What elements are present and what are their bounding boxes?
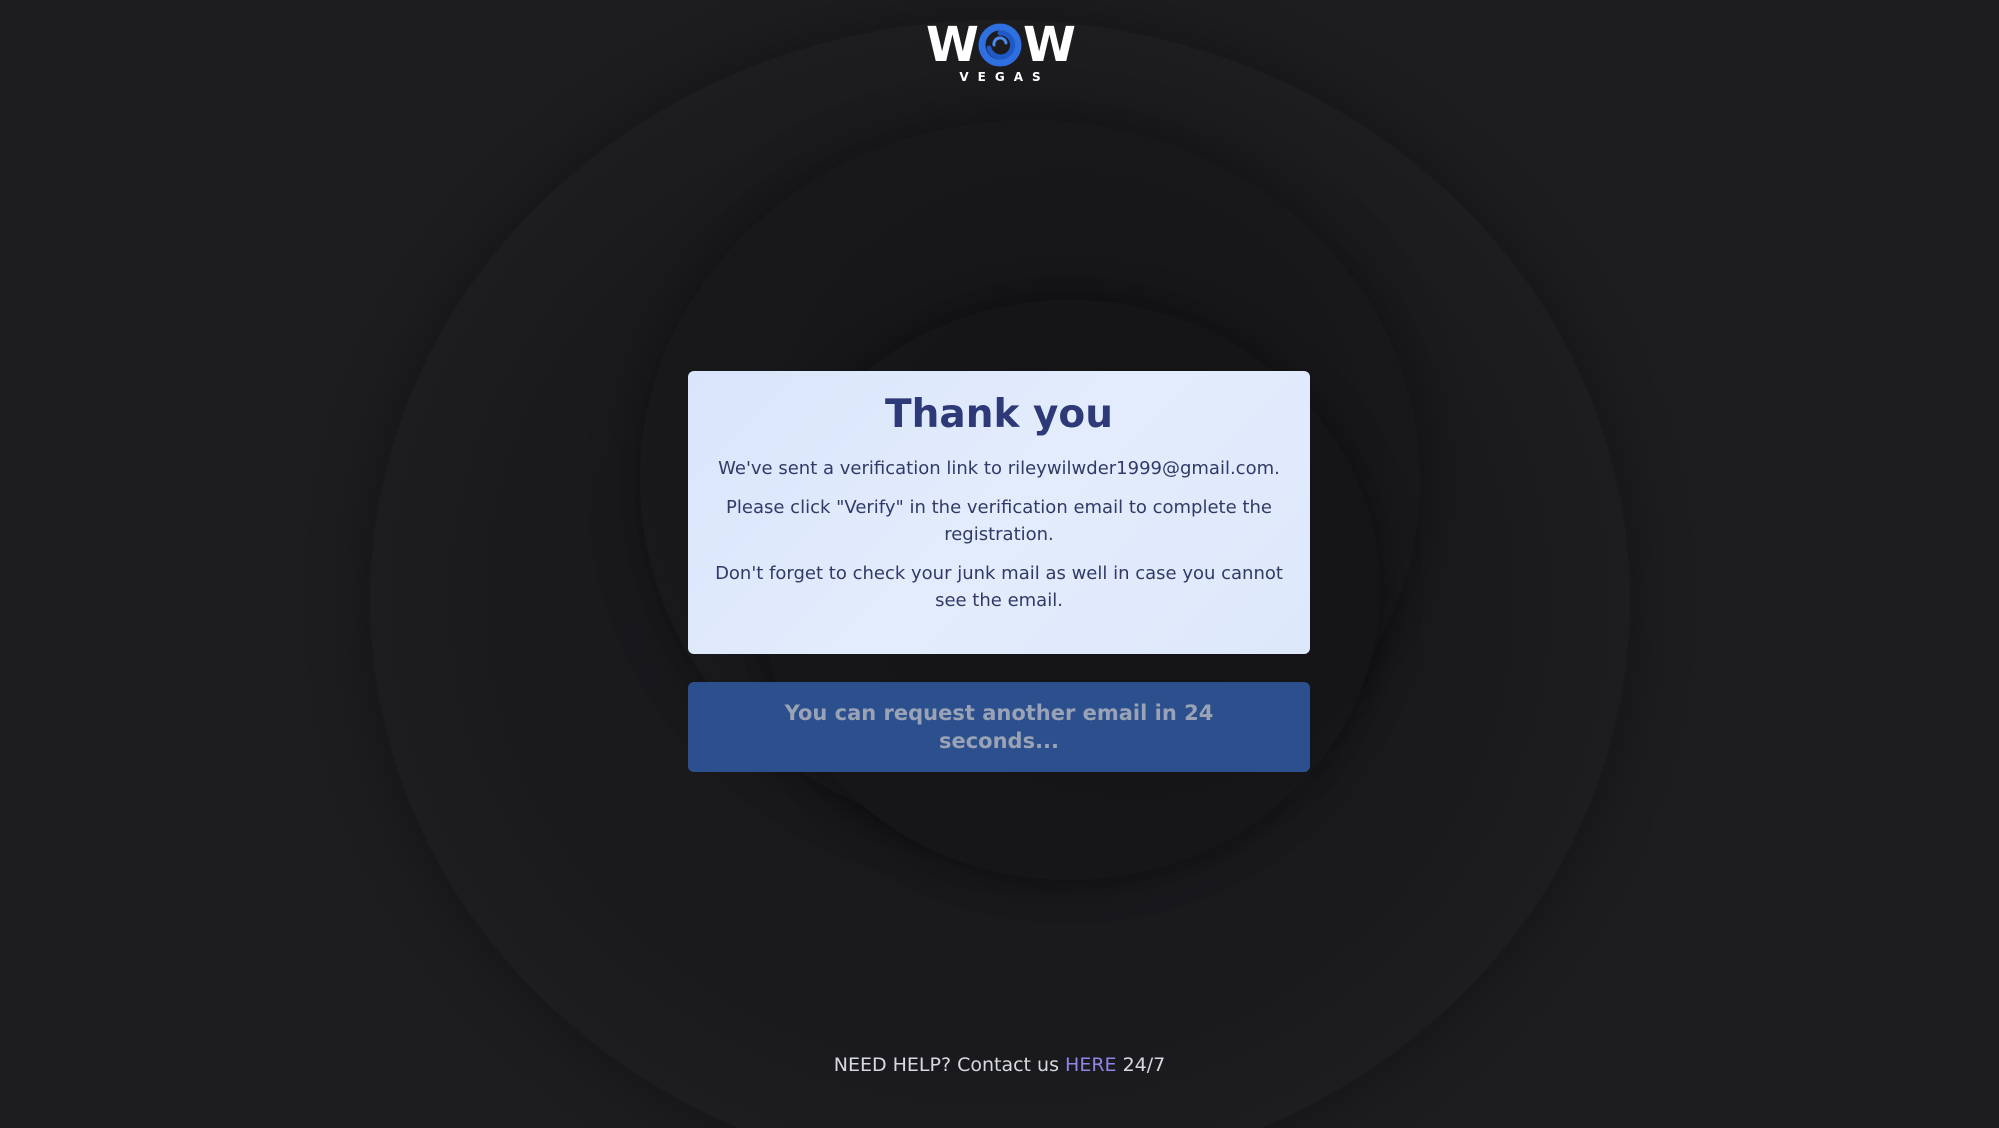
- junk-mail-note-text: Don't forget to check your junk mail as …: [715, 563, 1283, 611]
- resend-email-button[interactable]: You can request another email in 24 seco…: [688, 682, 1310, 772]
- help-text-prefix: NEED HELP? Contact us: [833, 1054, 1066, 1076]
- logo-wordmark: W W: [918, 20, 1082, 70]
- page-title: Thank you: [885, 392, 1113, 437]
- verification-page: W W VEGAS Thank you We've sent a verific…: [0, 0, 1999, 1128]
- contact-here-link[interactable]: HERE: [1065, 1054, 1117, 1076]
- help-text-suffix: 24/7: [1116, 1054, 1166, 1076]
- verify-instruction-text: Please click "Verify" in the verificatio…: [726, 497, 1272, 545]
- thank-you-card: Thank you We've sent a verification link…: [688, 371, 1310, 654]
- logo-letter: W: [926, 17, 979, 73]
- wow-vegas-logo[interactable]: W W VEGAS: [918, 20, 1082, 92]
- logo-letter: W: [1023, 17, 1076, 73]
- swirl-o-icon: [978, 23, 1022, 67]
- help-footer: NEED HELP? Contact us HERE 24/7: [0, 1054, 1999, 1076]
- verification-sent-text: We've sent a verification link to rileyw…: [718, 458, 1280, 479]
